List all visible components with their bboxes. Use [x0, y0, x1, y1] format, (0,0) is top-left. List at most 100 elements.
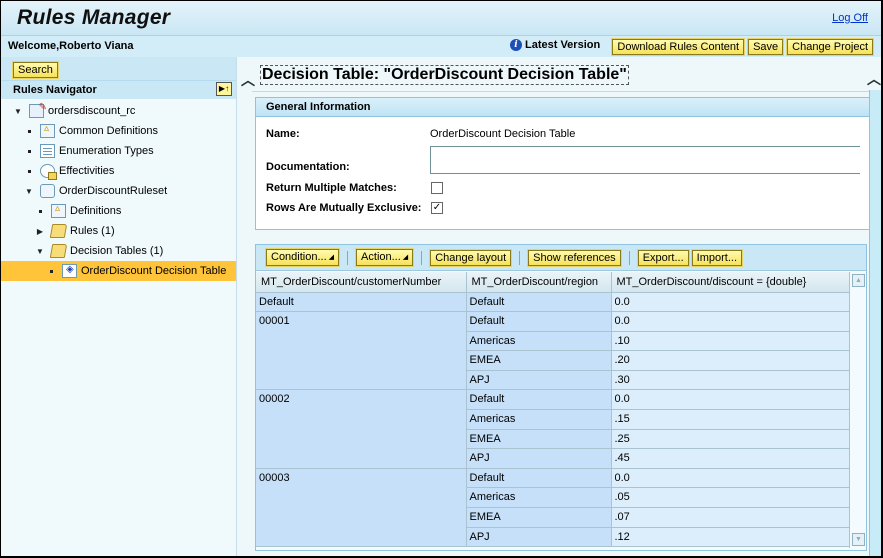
discount-cell[interactable]: .30 — [611, 370, 850, 391]
logoff-link[interactable]: Log Off — [832, 12, 868, 24]
customer-number-cell[interactable]: 00003 — [256, 468, 467, 548]
dropdown-icon: ◢ — [328, 253, 335, 261]
export-button[interactable]: Export... — [636, 248, 690, 267]
table-row: 00003 Default 0.0 — [256, 468, 850, 548]
mutually-exclusive-checkbox[interactable]: ✓ — [431, 202, 443, 214]
region-cell[interactable]: EMEA — [466, 429, 612, 450]
tree-item[interactable]: ▼ Decision Tables (1) — [1, 241, 236, 261]
tree-item[interactable]: Definitions — [1, 201, 236, 221]
discount-cell[interactable]: .45 — [611, 448, 850, 469]
version-label: Latest Version — [525, 39, 601, 51]
scroll-up-icon[interactable]: ▲ — [852, 274, 865, 287]
tree-item-label: Common Definitions — [59, 125, 159, 137]
tree-item[interactable]: OrderDiscount Decision Table — [1, 261, 236, 281]
page-scroll-track[interactable] — [869, 90, 881, 556]
expand-arrow-down-icon[interactable]: ▼ — [24, 187, 34, 196]
tree-item-label: ordersdiscount_rc — [48, 105, 136, 117]
region-cell[interactable]: EMEA — [466, 350, 612, 371]
search-button[interactable]: Search — [12, 61, 59, 79]
decision-table-icon — [62, 264, 77, 278]
rules-navigator-panel: Search Rules Navigator ▶↑ ▼ ordersdiscoun… — [1, 57, 237, 556]
change-project-button[interactable]: Change Project — [786, 38, 874, 56]
welcome-bar: Welcome,Roberto Viana i Latest Version D… — [1, 36, 881, 57]
import-button[interactable]: Import... — [690, 248, 744, 267]
discount-cell[interactable]: .15 — [611, 409, 850, 430]
table-scrollbar[interactable]: ▲ ▼ — [849, 272, 866, 548]
customer-number-cell[interactable]: 00001 — [256, 311, 467, 391]
welcome-text: Welcome,Roberto Viana — [8, 40, 134, 52]
customer-number-cell[interactable]: 00002 — [256, 389, 467, 469]
region-cell[interactable]: Default — [466, 389, 612, 411]
navigator-header: Rules Navigator ▶↑ — [1, 81, 236, 99]
table-header-row: MT_OrderDiscount/customerNumber MT_Order… — [256, 272, 850, 293]
column-header-customer-number[interactable]: MT_OrderDiscount/customerNumber — [256, 272, 467, 293]
effectivity-icon — [40, 164, 57, 180]
discount-cell[interactable]: 0.0 — [611, 389, 850, 411]
change-layout-button[interactable]: Change layout — [429, 248, 513, 267]
tree-item[interactable]: ▼ ordersdiscount_rc — [1, 101, 236, 121]
decision-table-panel: Condition... ◢ Action... ◢ Change layout S… — [255, 244, 867, 551]
return-multiple-checkbox[interactable] — [431, 182, 443, 194]
download-rules-button[interactable]: Download Rules Content — [611, 38, 746, 56]
tree-item-label: Effectivities — [59, 165, 115, 177]
region-cell[interactable]: APJ — [466, 527, 612, 548]
discount-cell[interactable]: .07 — [611, 507, 850, 528]
bullet-icon — [24, 129, 34, 133]
discount-cell[interactable]: 0.0 — [611, 292, 850, 313]
tree-item[interactable]: ▼ OrderDiscountRuleset — [1, 181, 236, 201]
discount-cell[interactable]: .10 — [611, 331, 850, 352]
scroll-down-icon[interactable]: ▼ — [852, 533, 865, 546]
region-cell[interactable]: Default — [466, 311, 612, 332]
name-value: OrderDiscount Decision Table — [430, 128, 576, 140]
definitions-icon — [40, 123, 55, 138]
region-cell[interactable]: Default — [466, 468, 612, 489]
toolbar-separator — [628, 250, 630, 265]
dropdown-icon: ◢ — [402, 253, 409, 261]
discount-cell[interactable]: .25 — [611, 429, 850, 450]
collapse-caret-icon[interactable]: ︿ — [241, 70, 255, 90]
discount-cell[interactable]: 0.0 — [611, 311, 850, 332]
column-header-discount[interactable]: MT_OrderDiscount/discount = {double} — [611, 272, 850, 293]
bullet-icon — [24, 149, 34, 153]
tree-item-label: Decision Tables (1) — [70, 245, 164, 257]
scroll-up-caret-icon[interactable]: ︿ — [867, 69, 881, 89]
show-references-button[interactable]: Show references — [527, 248, 622, 267]
customer-number-cell[interactable]: Default — [256, 292, 467, 313]
discount-cell[interactable]: .20 — [611, 350, 850, 371]
expand-arrow-right-icon[interactable]: ▶ — [35, 227, 45, 236]
region-cell[interactable]: EMEA — [466, 507, 612, 528]
tree-item[interactable]: ▶ Rules (1) — [1, 221, 236, 241]
region-cell[interactable]: Americas — [466, 331, 612, 352]
region-cell[interactable]: Americas — [466, 487, 612, 509]
save-button[interactable]: Save — [747, 38, 785, 56]
tree-item[interactable]: Common Definitions — [1, 121, 236, 141]
tree-item-label: Enumeration Types — [59, 145, 154, 157]
main-panel: ︿ Decision Table: "OrderDiscount Decisio… — [238, 57, 871, 556]
tree-item[interactable]: Effectivities — [1, 161, 236, 181]
discount-cell[interactable]: 0.0 — [611, 468, 850, 489]
enumeration-icon — [40, 144, 55, 158]
ruleset-icon — [40, 184, 55, 198]
toolbar-separator — [421, 250, 423, 265]
decision-tables-folder-icon — [49, 244, 68, 258]
expand-arrow-down-icon[interactable]: ▼ — [35, 247, 45, 256]
expand-arrow-down-icon[interactable]: ▼ — [13, 107, 23, 116]
tree-item-label: Rules (1) — [70, 225, 115, 237]
app-title: Rules Manager — [17, 6, 171, 29]
tree-item-label: OrderDiscountRuleset — [59, 185, 168, 197]
table-row: Default Default 0.0 — [256, 292, 850, 313]
collapse-navigator-icon[interactable]: ▶↑ — [216, 82, 232, 96]
discount-cell[interactable]: .12 — [611, 527, 850, 548]
column-header-region[interactable]: MT_OrderDiscount/region — [466, 272, 612, 293]
region-cell[interactable]: Americas — [466, 409, 612, 430]
page-scrollbar[interactable]: ︿ — [867, 57, 881, 556]
documentation-field[interactable] — [430, 146, 860, 174]
action-button[interactable]: Action... ◢ — [355, 248, 415, 267]
region-cell[interactable]: Default — [466, 292, 612, 313]
discount-cell[interactable]: .05 — [611, 487, 850, 509]
page-title: Decision Table: "OrderDiscount Decision … — [260, 65, 629, 85]
tree-item[interactable]: Enumeration Types — [1, 141, 236, 161]
condition-button[interactable]: Condition... ◢ — [264, 248, 341, 267]
region-cell[interactable]: APJ — [466, 370, 612, 391]
region-cell[interactable]: APJ — [466, 448, 612, 469]
